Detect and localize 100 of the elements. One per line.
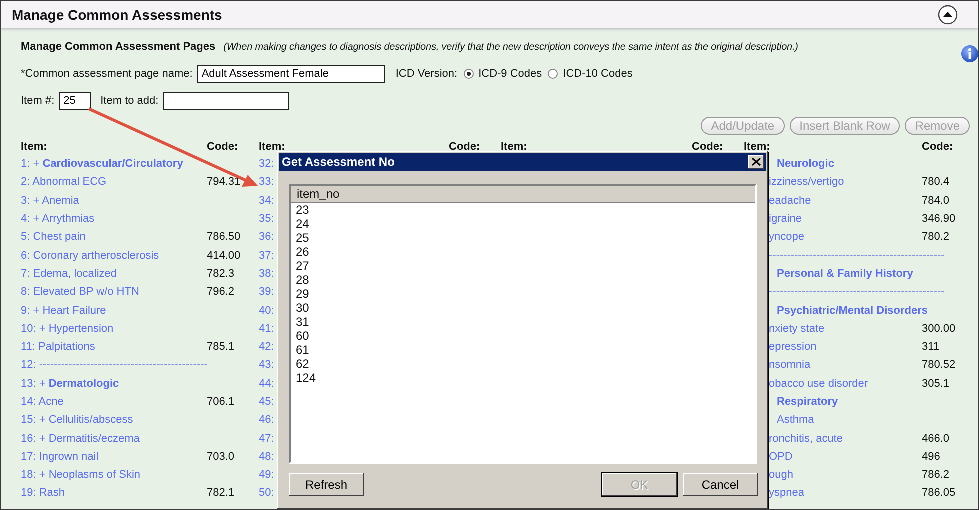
assessment-link[interactable]: 7: Edema, localized (21, 268, 117, 280)
list-column-header: item_no (291, 186, 755, 203)
code-text: 786.05 (922, 487, 956, 500)
assessment-link[interactable]: 33: (259, 176, 274, 188)
item-number-field[interactable]: 25 (58, 92, 91, 110)
assessment-link[interactable]: 18: + Neoplasms of Skin (21, 469, 141, 482)
icd-radio-option[interactable]: ICD-10 Codes (548, 68, 633, 80)
item-to-add-label: Item to add: (100, 95, 159, 107)
code-text: 703.0 (207, 450, 235, 463)
page-name-label: *Common assessment page name: (21, 68, 193, 80)
assessment-link[interactable]: 8: Elevated BP w/o HTN (21, 286, 140, 298)
code-column-header: Code: (922, 141, 954, 153)
assessment-link[interactable]: 11: Palpitations (21, 341, 96, 354)
assessment-link[interactable]: 39: (259, 286, 274, 298)
assessment-link[interactable]: 5: Chest pain (21, 231, 86, 244)
code-column-header: Code: (449, 141, 480, 153)
list-item[interactable]: 31 (291, 315, 755, 329)
list-item[interactable]: 24 (291, 217, 755, 231)
assessment-link[interactable]: 35: (259, 213, 274, 226)
code-text: 414.00 (207, 250, 241, 262)
code-text: 305.1 (922, 378, 950, 390)
code-text: 300.00 (922, 322, 956, 335)
section-title: Manage Common Assessment Pages (21, 41, 216, 53)
assessment-link[interactable]: 43: (259, 359, 274, 372)
code-text: 782.3 (207, 268, 235, 280)
divider-item[interactable]: 12: ---------------------------------------------- (21, 359, 208, 372)
code-text: 785.1 (207, 341, 235, 354)
code-column-header: Code: (207, 141, 238, 153)
assessment-link[interactable]: 32: (259, 158, 274, 170)
item-to-add-field[interactable] (162, 92, 289, 110)
code-text: 496 (922, 450, 940, 463)
code-text: 780.52 (922, 359, 956, 372)
code-text: 796.2 (207, 286, 235, 298)
assessment-link[interactable]: 41: (259, 322, 274, 335)
code-column-header: Code: (692, 141, 724, 153)
dialog-button[interactable]: Refresh (289, 473, 364, 496)
assessment-link[interactable]: 48: (259, 450, 274, 463)
item-column-header: Item: (501, 141, 528, 153)
category-link[interactable]: 13: + Dermatologic (21, 378, 120, 390)
assessment-link[interactable]: 40: (259, 304, 274, 317)
assessment-link[interactable]: 2: Abnormal ECG (21, 176, 107, 188)
code-text: 346.90 (922, 213, 956, 226)
assessment-link[interactable]: 6: Coronary artherosclerosis (21, 250, 160, 262)
assessment-link[interactable]: 49: (259, 469, 274, 482)
assessment-link[interactable]: 14: Acne (21, 396, 64, 408)
item-column-header: Item: (744, 141, 770, 153)
list-item[interactable]: 25 (291, 231, 755, 245)
code-text: 794.31 (207, 176, 241, 188)
code-text: 706.1 (207, 396, 235, 408)
dialog-button[interactable]: Cancel (683, 473, 758, 496)
close-icon (752, 158, 760, 166)
assessment-link[interactable]: 37: (259, 250, 274, 262)
assessment-link[interactable]: 3: + Anemia (21, 194, 80, 207)
list-item[interactable]: 28 (291, 273, 755, 287)
list-item[interactable]: 30 (291, 301, 755, 315)
item-column-header: Item: (259, 141, 286, 153)
category-link[interactable]: 1: + Cardiovascular/Circulatory (21, 158, 184, 170)
assessment-link[interactable]: 36: (259, 231, 274, 244)
section-note: (When making changes to diagnosis descriptions, verify that the new description conveys the same intent as the original description.) (224, 42, 798, 52)
icd-version-label: ICD Version: (396, 68, 458, 80)
assessment-link[interactable]: 38: (259, 268, 274, 280)
assessment-link[interactable]: 47: (259, 432, 274, 445)
assessment-link[interactable]: 16: + Dermatitis/eczema (21, 432, 140, 445)
code-text: 780.4 (922, 176, 950, 188)
list-item[interactable]: 29 (291, 287, 755, 301)
list-item[interactable]: 124 (291, 371, 755, 385)
dialog-title: Get Assessment No (282, 155, 395, 169)
assessment-link[interactable]: 50: (259, 487, 274, 500)
info-icon[interactable] (961, 45, 978, 63)
code-text: 786.50 (207, 231, 241, 244)
page-name-field[interactable]: Adult Assessment Female (196, 65, 385, 83)
list-item[interactable]: 61 (291, 343, 755, 357)
list-item[interactable]: 62 (291, 357, 755, 371)
close-button[interactable] (748, 155, 764, 169)
assessment-link[interactable]: 17: Ingrown nail (21, 450, 99, 463)
code-text: 466.0 (922, 432, 950, 445)
assessment-link[interactable]: 44: (259, 378, 274, 390)
code-text: 780.2 (922, 231, 950, 244)
assessment-link[interactable]: 34: (259, 194, 274, 207)
list-item[interactable]: 23 (291, 203, 755, 217)
assessment-link[interactable]: 15: + Cellulitis/abscess (21, 414, 134, 426)
item-column-header: Item: (21, 141, 48, 153)
assessment-link[interactable]: 4: + Arrythmias (21, 213, 95, 226)
code-text: 786.2 (922, 469, 950, 482)
item-number-label: Item #: (21, 95, 55, 107)
assessment-link[interactable]: 42: (259, 341, 274, 354)
assessment-link[interactable]: 45: (259, 396, 274, 408)
code-text: 782.1 (207, 487, 235, 500)
icd-radio-option[interactable]: ICD-9 Codes (464, 68, 542, 80)
page-title: Manage Common Assessments (12, 6, 222, 22)
list-item[interactable]: 27 (291, 259, 755, 273)
code-text: 311 (922, 341, 940, 354)
collapse-icon[interactable] (938, 4, 958, 24)
assessment-link[interactable]: 46: (259, 414, 274, 426)
code-text: 784.0 (922, 194, 950, 207)
list-item[interactable]: 26 (291, 245, 755, 259)
assessment-link[interactable]: 19: Rash (21, 487, 66, 500)
assessment-link[interactable]: 10: + Hypertension (21, 322, 114, 335)
assessment-link[interactable]: 9: + Heart Failure (21, 304, 106, 317)
list-item[interactable]: 60 (291, 329, 755, 343)
